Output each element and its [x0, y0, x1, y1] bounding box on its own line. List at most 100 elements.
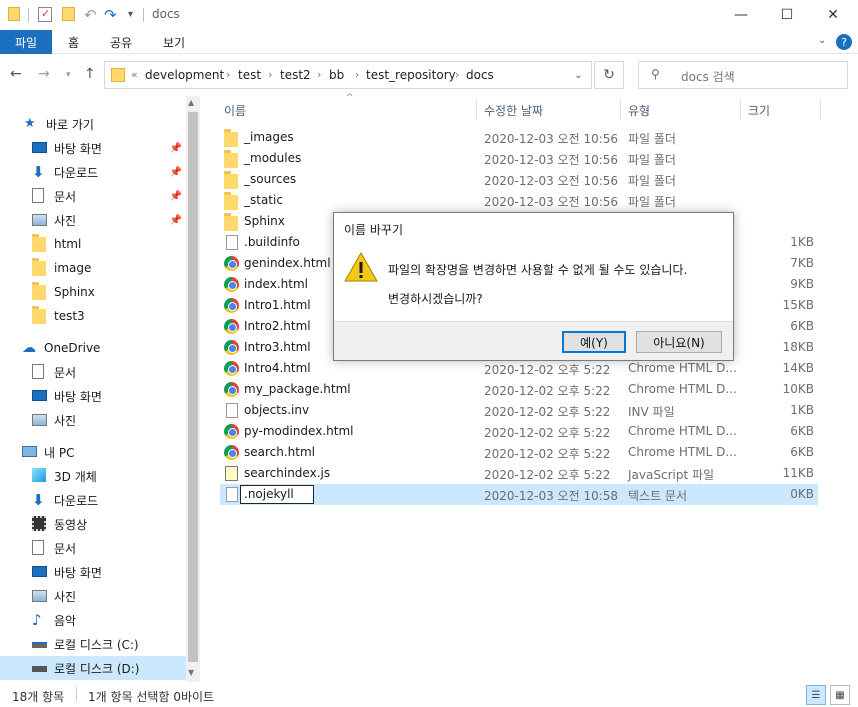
chrome-icon [224, 424, 239, 439]
file-name: genindex.html [244, 256, 331, 270]
rename-input[interactable]: .nojekyll [240, 485, 314, 504]
nav-folder-image[interactable]: image [0, 256, 200, 280]
file-date: 2020-12-03 오전 10:56 [484, 195, 619, 209]
file-row[interactable]: _images 2020-12-03 오전 10:56 파일 폴더 [220, 127, 818, 148]
breadcrumb-test[interactable]: test [238, 68, 261, 82]
nav-3d-objects[interactable]: 3D 개체 [0, 464, 200, 488]
scroll-down-icon[interactable]: ▼ [188, 668, 194, 677]
overflow-icon[interactable]: « [131, 68, 138, 81]
file-date: 2020-12-02 오후 5:22 [484, 447, 611, 461]
large-icons-view-icon[interactable]: ▦ [830, 685, 850, 705]
undo-icon[interactable]: ↶ [84, 7, 100, 23]
file-row[interactable]: my_package.html 2020-12-02 오후 5:22 Chrome … [220, 379, 818, 400]
folder-icon [224, 129, 239, 147]
scroll-up-icon[interactable]: ▲ [188, 98, 194, 107]
breadcrumb-docs[interactable]: docs [466, 68, 494, 82]
up-arrow-icon[interactable]: ↑ [84, 66, 96, 82]
customize-toolbar-icon[interactable]: ▾ [128, 7, 140, 23]
file-row[interactable]: objects.inv 2020-12-02 오후 5:22 INV 파일 1KB [220, 400, 818, 421]
properties-icon[interactable]: ✓ [38, 7, 54, 23]
address-dropdown-icon[interactable]: ⌄ [566, 61, 592, 89]
download-icon: ⬇ [32, 491, 45, 509]
file-row[interactable]: py-modindex.html 2020-12-02 오후 5:22 Chrome… [220, 421, 818, 442]
nav-downloads[interactable]: ⬇ 다운로드 📌 [0, 160, 200, 184]
breadcrumb-test2[interactable]: test2 [280, 68, 311, 82]
nav-pc-downloads[interactable]: ⬇ 다운로드 [0, 488, 200, 512]
nav-folder-html[interactable]: html [0, 232, 200, 256]
nav-music[interactable]: ♪ 음악 [0, 608, 200, 632]
file-name: Sphinx [244, 214, 285, 228]
file-row[interactable]: _modules 2020-12-03 오전 10:56 파일 폴더 [220, 148, 818, 169]
nav-drive-c[interactable]: 로컬 디스크 (C:) [0, 632, 200, 656]
file-size: 15KB [782, 298, 814, 312]
nav-desktop[interactable]: 바탕 화면 📌 [0, 136, 200, 160]
expand-ribbon-icon[interactable]: ⌄ [818, 35, 826, 46]
folder-icon [32, 234, 48, 252]
window-title: docs [152, 7, 180, 21]
cube-icon [32, 468, 48, 484]
tab-view[interactable]: 보기 [163, 34, 185, 51]
breadcrumb-development[interactable]: development [145, 68, 224, 82]
breadcrumb-test-repository[interactable]: test_repository [366, 68, 456, 82]
nav-quick-access[interactable]: ★ 바로 가기 [0, 112, 200, 136]
tab-file[interactable]: 파일 [0, 30, 52, 54]
nav-folder-sphinx[interactable]: Sphinx [0, 280, 200, 304]
breadcrumb-bb[interactable]: bb [329, 68, 344, 82]
file-row[interactable]: search.html 2020-12-02 오후 5:22 Chrome HTML… [220, 442, 818, 463]
download-icon: ⬇ [32, 163, 45, 181]
nav-scrollbar-thumb[interactable] [188, 112, 198, 662]
redo-icon[interactable]: ↷ [104, 7, 120, 23]
file-row[interactable]: _static 2020-12-03 오전 10:56 파일 폴더 [220, 190, 818, 211]
pin-icon: 📌 [169, 142, 182, 154]
tab-home[interactable]: 홈 [68, 34, 79, 51]
maximize-button[interactable]: ☐ [764, 0, 810, 30]
file-date: 2020-12-02 오후 5:22 [484, 405, 611, 419]
help-icon[interactable]: ? [836, 34, 852, 50]
nav-pictures[interactable]: 사진 📌 [0, 208, 200, 232]
tab-share[interactable]: 공유 [110, 34, 132, 51]
chrome-icon [224, 319, 239, 334]
nav-onedrive-pictures[interactable]: 사진 [0, 408, 200, 432]
nav-drive-d[interactable]: 로컬 디스크 (D:) [0, 656, 186, 680]
new-folder-icon[interactable] [62, 7, 76, 23]
file-size: 18KB [782, 340, 814, 354]
javascript-file-icon [225, 466, 238, 481]
no-button[interactable]: 아니요(N) [636, 331, 722, 353]
nav-this-pc[interactable]: 내 PC [0, 440, 200, 464]
column-header-name[interactable]: 이름 [224, 102, 246, 119]
recent-locations-icon[interactable]: ▾ [66, 70, 71, 80]
file-row[interactable]: searchindex.js 2020-12-02 오후 5:22 JavaScri… [220, 463, 818, 484]
file-name: Intro2.html [244, 319, 311, 333]
file-row[interactable]: Intro4.html 2020-12-02 오후 5:22 Chrome HTML… [220, 358, 818, 379]
file-row[interactable]: _sources 2020-12-03 오전 10:56 파일 폴더 [220, 169, 818, 190]
folder-icon [224, 171, 239, 189]
column-header-date[interactable]: 수정한 날짜 [484, 102, 543, 119]
nav-onedrive-documents[interactable]: 문서 [0, 360, 200, 384]
nav-videos[interactable]: 동영상 [0, 512, 200, 536]
nav-onedrive-desktop[interactable]: 바탕 화면 [0, 384, 200, 408]
warning-icon [344, 251, 378, 283]
file-row[interactable]: .nojekyll 2020-12-03 오전 10:58 텍스트 문서 0KB [220, 484, 818, 505]
details-view-icon[interactable]: ☰ [806, 685, 826, 705]
column-header-type[interactable]: 유형 [628, 102, 650, 119]
item-count: 18개 항목 [12, 690, 65, 704]
folder-icon [8, 7, 20, 23]
file-size: 0KB [790, 487, 814, 501]
forward-arrow-icon[interactable]: → [38, 66, 50, 82]
minimize-button[interactable]: — [718, 0, 764, 30]
file-date: 2020-12-02 오후 5:22 [484, 426, 611, 440]
refresh-icon[interactable]: ↻ [594, 61, 624, 89]
nav-pc-desktop[interactable]: 바탕 화면 [0, 560, 200, 584]
nav-pc-pictures[interactable]: 사진 [0, 584, 200, 608]
nav-documents[interactable]: 문서 📌 [0, 184, 200, 208]
address-bar[interactable]: « development › test › test2 › bb › test… [104, 61, 592, 89]
nav-onedrive[interactable]: ☁ OneDrive [0, 336, 200, 360]
nav-folder-test3[interactable]: test3 [0, 304, 200, 328]
column-header-size[interactable]: 크기 [748, 102, 770, 119]
nav-pc-documents[interactable]: 문서 [0, 536, 200, 560]
computer-icon [22, 444, 38, 460]
close-button[interactable]: ✕ [810, 0, 856, 30]
yes-button[interactable]: 예(Y) [562, 331, 626, 353]
search-input[interactable]: ⚲ docs 검색 [638, 61, 848, 89]
back-arrow-icon[interactable]: ← [10, 66, 22, 82]
